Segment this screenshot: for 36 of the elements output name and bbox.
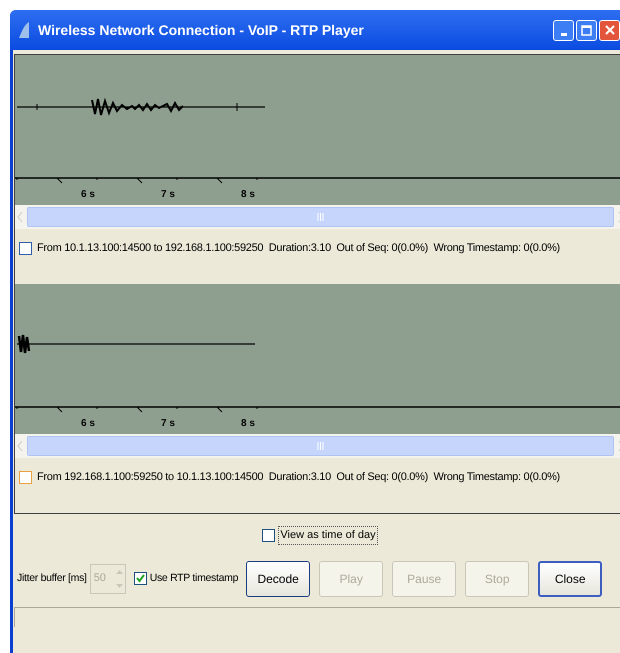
chevron-left-icon [17, 440, 23, 452]
tick-label: 6 s [81, 417, 96, 431]
stream-info: From 10.1.13.100:14500 to 192.168.1.100:59250 Duration:3.10 Out of Seq: 0(0.0%) Wrong Timestamp: 0(0.0%) [37, 240, 560, 256]
tick-label: 6 s [81, 188, 96, 202]
checkbox[interactable] [262, 528, 276, 542]
grip-icon [317, 213, 324, 221]
chevron-left-icon [17, 211, 23, 223]
minimize-icon [560, 32, 566, 36]
minimize-button[interactable] [553, 20, 574, 40]
arrow-down-icon [116, 584, 124, 588]
checkbox[interactable] [134, 572, 147, 585]
tick-label: 8 s [241, 188, 256, 202]
jitter-label: Jitter buffer [ms] [17, 570, 87, 586]
scrollbar-thumb[interactable] [27, 207, 614, 227]
tick-label: 7 s [161, 417, 176, 431]
tick-label: 8 s [241, 417, 256, 431]
close-button[interactable] [599, 20, 620, 40]
scrollbar[interactable] [15, 434, 620, 458]
arrow-up-icon [116, 570, 124, 574]
maximize-button[interactable] [576, 20, 597, 40]
stream-checkbox[interactable] [19, 470, 32, 484]
fin-icon [18, 21, 30, 39]
dialog-button[interactable]: Decode [246, 560, 310, 596]
stream-info: From 192.168.1.100:59250 to 10.1.13.100:14500 Duration:3.10 Out of Seq: 0(0.0%) Wrong Timestamp: 0(0.0%) [37, 470, 560, 485]
checkbox-label[interactable]: Use RTP timestamp [150, 570, 238, 586]
checkmark-icon [136, 574, 145, 583]
window-title: Wireless Network Connection - VoIP - RTP Player [38, 20, 364, 40]
tick-label: 7 s [161, 188, 176, 202]
maximize-icon [581, 24, 592, 36]
scrollbar[interactable] [15, 205, 620, 229]
dialog-button[interactable]: Close [538, 560, 602, 596]
close-icon [604, 25, 614, 35]
scrollbar-thumb[interactable] [27, 436, 614, 456]
stream-checkbox[interactable] [19, 242, 32, 254]
checkbox-label[interactable]: View as time of day [278, 526, 378, 544]
grip-icon [317, 442, 324, 450]
